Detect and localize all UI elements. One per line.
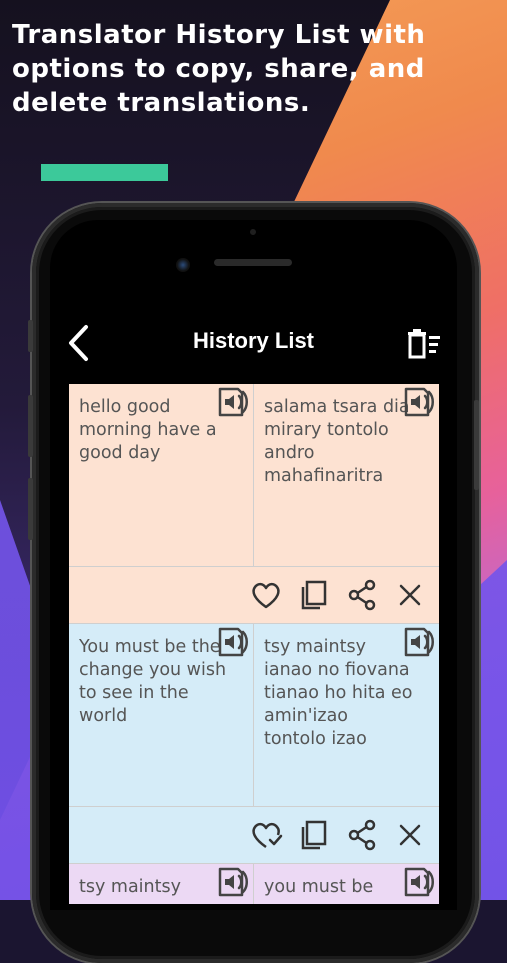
history-card: You must be the change you wish to see i… (69, 624, 439, 864)
speak-target-icon[interactable] (403, 626, 435, 658)
target-text: tsy maintsy ianao no fiovana tianao ho h… (264, 637, 413, 749)
share-icon[interactable] (345, 818, 379, 852)
source-text-cell: You must be the change you wish to see i… (69, 624, 254, 806)
delete-close-icon[interactable] (393, 818, 427, 852)
speak-target-icon[interactable] (403, 386, 435, 418)
copy-icon[interactable] (297, 818, 331, 852)
source-text-cell: hello good morning have a good day (69, 384, 254, 566)
target-text-cell: salama tsara dia mirary tontolo andro ma… (254, 384, 439, 566)
share-icon[interactable] (345, 578, 379, 612)
app-bar: History List (50, 318, 457, 368)
target-text: you must be (264, 877, 374, 897)
earpiece-speaker (214, 259, 292, 266)
volume-down-button (28, 478, 33, 540)
speak-source-icon[interactable] (217, 626, 249, 658)
target-text-cell: tsy maintsy ianao no fiovana tianao ho h… (254, 624, 439, 806)
target-text: salama tsara dia mirary tontolo andro ma… (264, 397, 410, 486)
mute-switch (28, 320, 33, 352)
front-camera (176, 258, 190, 272)
power-button (474, 400, 479, 490)
favorite-heart-icon[interactable] (249, 578, 283, 612)
volume-up-button (28, 395, 33, 457)
speak-target-icon[interactable] (403, 866, 435, 898)
page-title: History List (192, 328, 315, 353)
clear-history-icon[interactable] (405, 326, 443, 360)
sensor-dot (250, 229, 256, 235)
copy-icon[interactable] (297, 578, 331, 612)
source-text: tsy maintsy (79, 877, 181, 897)
history-card: hello good morning have a good day salam… (69, 384, 439, 624)
favorite-heart-check-icon[interactable] (249, 818, 283, 852)
source-text-cell: tsy maintsy (69, 864, 254, 904)
source-text: You must be the change you wish to see i… (79, 637, 227, 726)
delete-close-icon[interactable] (393, 578, 427, 612)
accent-bar (41, 164, 168, 181)
speak-source-icon[interactable] (217, 386, 249, 418)
history-list: hello good morning have a good day salam… (69, 384, 439, 904)
target-text-cell: you must be (254, 864, 439, 904)
promo-headline: Translator History List with options to … (12, 20, 426, 118)
history-card: tsy maintsy you must be (69, 864, 439, 904)
source-text: hello good morning have a good day (79, 397, 217, 463)
speak-source-icon[interactable] (217, 866, 249, 898)
